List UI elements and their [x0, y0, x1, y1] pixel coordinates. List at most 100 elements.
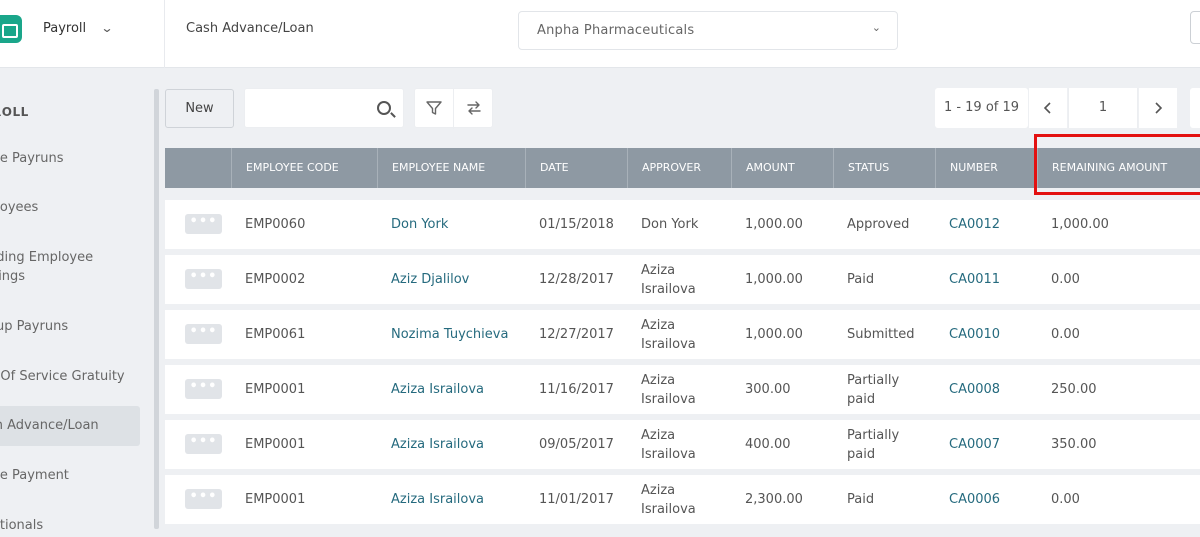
cell-status: Submitted: [847, 310, 914, 359]
cell-code: EMP0060: [245, 200, 305, 249]
cell-text: CA0008: [949, 382, 1001, 397]
sidebar-item-pending-employee-settings[interactable]: nding Employee ttings: [0, 248, 140, 286]
table-row[interactable]: ••• EMP0061 Nozima Tuychieva 12/27/2017 Aziz…: [165, 310, 1200, 359]
cell-text: Nozima Tuychieva: [391, 327, 509, 342]
cell-text: 350.00: [1051, 437, 1097, 452]
column-header-amount[interactable]: AMOUNT: [731, 148, 833, 188]
cell-number[interactable]: CA0012: [949, 200, 1000, 249]
cell-name[interactable]: Aziz Djalilov: [391, 255, 469, 304]
cell-text: 1,000.00: [745, 327, 803, 342]
cell-name[interactable]: Nozima Tuychieva: [391, 310, 508, 359]
row-more-button[interactable]: •••: [185, 434, 222, 454]
cell-approver: Aziza Israilova: [641, 255, 696, 304]
cell-text: Aziza Israilova: [391, 492, 485, 507]
table-row[interactable]: ••• EMP0060 Don York 01/15/2018 Don York 1,00…: [165, 200, 1200, 249]
cell-text: Israilova: [641, 281, 696, 297]
column-header-approver[interactable]: APPROVER: [627, 148, 731, 188]
cell-text: 11/01/2017: [539, 492, 614, 507]
sync-icon[interactable]: [454, 89, 493, 129]
sidebar-item-label: ditionals: [0, 518, 44, 533]
cell-remaining: 350.00: [1051, 420, 1097, 469]
cell-text: CA0007: [949, 437, 1001, 452]
sidebar-item-end-of-service-gratuity[interactable]: d Of Service Gratuity: [0, 367, 140, 386]
column-header-number[interactable]: NUMBER: [935, 148, 1037, 188]
sidebar-item-cash-advance-loan[interactable]: sh Advance/Loan: [0, 406, 140, 446]
pager-extra-button[interactable]: [1190, 88, 1200, 128]
company-select[interactable]: Anpha Pharmaceuticals ⌄: [518, 11, 898, 50]
cell-name[interactable]: Aziza Israilova: [391, 420, 484, 469]
sidebar-item-single-payment[interactable]: gle Payment: [0, 466, 140, 485]
cell-amount: 2,300.00: [745, 475, 803, 524]
row-more-button[interactable]: •••: [185, 214, 222, 234]
cell-number[interactable]: CA0008: [949, 365, 1000, 414]
cell-code: EMP0001: [245, 420, 305, 469]
cell-number[interactable]: CA0006: [949, 475, 1000, 524]
cell-date: 12/28/2017: [539, 255, 614, 304]
cell-text: EMP0001: [245, 382, 306, 397]
cell-text: Aziza: [641, 262, 676, 278]
cell-name[interactable]: Don York: [391, 200, 448, 249]
app-switcher[interactable]: Payroll ⌄: [0, 0, 165, 68]
column-header-date[interactable]: DATE: [525, 148, 627, 188]
cell-text: Israilova: [641, 336, 696, 352]
cell-text: Aziza: [641, 482, 676, 498]
cell-text: 11/16/2017: [539, 382, 614, 397]
cell-text: CA0010: [949, 327, 1001, 342]
row-more-button[interactable]: •••: [185, 489, 222, 509]
top-right-button[interactable]: [1190, 11, 1200, 44]
cell-approver: Aziza Israilova: [641, 365, 696, 414]
sidebar-item-employees[interactable]: ployees: [0, 198, 140, 217]
cell-amount: 1,000.00: [745, 310, 803, 359]
highlight-box: [1034, 134, 1200, 195]
cell-text: CA0012: [949, 217, 1001, 232]
cell-code: EMP0001: [245, 365, 305, 414]
pager-next-button[interactable]: [1139, 88, 1177, 128]
table-row[interactable]: ••• EMP0001 Aziza Israilova 09/05/2017 Aziza…: [165, 420, 1200, 469]
sidebar-item-group-payruns[interactable]: oup Payruns: [0, 317, 140, 336]
cell-text: Israilova: [641, 501, 696, 517]
cell-approver: Don York: [641, 200, 698, 249]
cell-text: 12/27/2017: [539, 327, 614, 342]
row-more-button[interactable]: •••: [185, 324, 222, 344]
pager-info: 1 - 19 of 19: [935, 88, 1028, 128]
cell-date: 01/15/2018: [539, 200, 614, 249]
cell-name[interactable]: Aziza Israilova: [391, 475, 484, 524]
cell-status: Approved: [847, 200, 909, 249]
chevron-down-icon: ⌄: [871, 21, 881, 34]
cell-number[interactable]: CA0011: [949, 255, 1000, 304]
cell-amount: 1,000.00: [745, 255, 803, 304]
filter-icon[interactable]: [415, 89, 454, 129]
table-row[interactable]: ••• EMP0001 Aziza Israilova 11/01/2017 Aziza…: [165, 475, 1200, 524]
sidebar-item-additionals[interactable]: ditionals: [0, 516, 140, 535]
cell-text: 12/28/2017: [539, 272, 614, 287]
cell-code: EMP0002: [245, 255, 305, 304]
cell-number[interactable]: CA0007: [949, 420, 1000, 469]
search-icon[interactable]: [377, 101, 391, 115]
cell-text: Aziza: [641, 317, 676, 333]
sidebar-item-label: ttings: [0, 269, 26, 284]
cell-text: EMP0061: [245, 327, 306, 342]
sidebar-scrollbar[interactable]: [154, 89, 159, 529]
table-row[interactable]: ••• EMP0001 Aziza Israilova 11/16/2017 Aziza…: [165, 365, 1200, 414]
cell-status: Paid: [847, 475, 874, 524]
pager-prev-button[interactable]: [1029, 88, 1067, 128]
cell-approver: Aziza Israilova: [641, 475, 696, 524]
cell-text: 0.00: [1051, 272, 1080, 287]
row-more-button[interactable]: •••: [185, 269, 222, 289]
cell-status: Paid: [847, 255, 874, 304]
row-more-button[interactable]: •••: [185, 379, 222, 399]
cell-date: 11/16/2017: [539, 365, 614, 414]
pager-page-input[interactable]: 1: [1068, 88, 1138, 128]
column-header-employee-code[interactable]: EMPLOYEE CODE: [231, 148, 377, 188]
cell-remaining: 1,000.00: [1051, 200, 1109, 249]
search-box[interactable]: [244, 88, 404, 128]
cell-number[interactable]: CA0010: [949, 310, 1000, 359]
column-header-employee-name[interactable]: EMPLOYEE NAME: [377, 148, 525, 188]
cell-text: Aziz Djalilov: [391, 272, 470, 287]
sidebar-item-single-payruns[interactable]: gle Payruns: [0, 149, 140, 168]
table-row[interactable]: ••• EMP0002 Aziz Djalilov 12/28/2017 Aziza Is…: [165, 255, 1200, 304]
new-button[interactable]: New: [165, 89, 234, 128]
cell-name[interactable]: Aziza Israilova: [391, 365, 484, 414]
cell-amount: 300.00: [745, 365, 791, 414]
column-header-status[interactable]: STATUS: [833, 148, 935, 188]
